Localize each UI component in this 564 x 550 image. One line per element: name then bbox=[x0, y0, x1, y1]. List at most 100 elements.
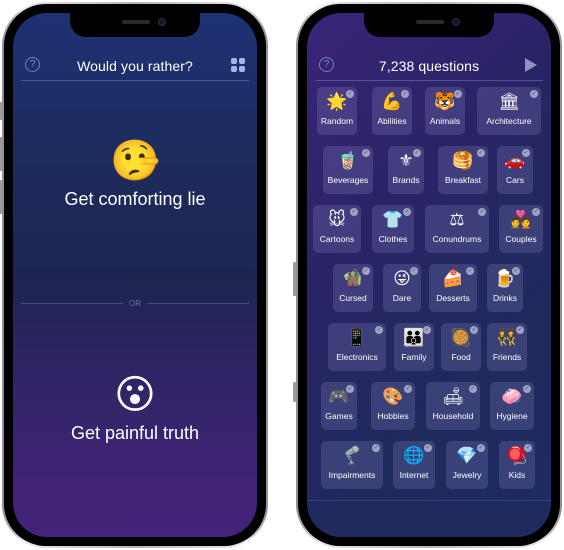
selected-check-icon[interactable]: ✓ bbox=[530, 90, 538, 98]
selected-check-icon[interactable]: ✓ bbox=[516, 326, 524, 334]
selected-check-icon[interactable]: ✓ bbox=[424, 444, 432, 452]
category-label: Games bbox=[325, 411, 353, 421]
category-tile-conundrums[interactable]: ⚖ Conundrums ✓ bbox=[425, 205, 489, 253]
help-icon[interactable]: ? bbox=[25, 57, 40, 72]
bezel: ? 7,238 questions 🌟 Random ✓ 💪 Abilities ✓ 🐯 An… bbox=[298, 4, 560, 546]
phone-left: ? Would you rather? 🤥 Get comforting lie… bbox=[0, 2, 268, 548]
selected-check-icon[interactable]: ✓ bbox=[477, 149, 485, 157]
category-tile-cursed[interactable]: 🧌 Cursed ✓ bbox=[333, 264, 373, 312]
selected-check-icon[interactable]: ✓ bbox=[372, 444, 380, 452]
selected-check-icon[interactable]: ✓ bbox=[362, 149, 370, 157]
category-tile-breakfast[interactable]: 🥞 Breakfast ✓ bbox=[438, 146, 488, 194]
category-label: Architecture bbox=[486, 116, 532, 126]
option-label: Get painful truth bbox=[70, 423, 200, 443]
category-tile-desserts[interactable]: 🍰 Desserts ✓ bbox=[429, 264, 477, 312]
category-label: Couples bbox=[505, 234, 537, 244]
selected-check-icon[interactable]: ✓ bbox=[524, 444, 532, 452]
selected-check-icon[interactable]: ✓ bbox=[423, 326, 431, 334]
category-label: Abilities bbox=[377, 116, 407, 126]
category-tile-dare[interactable]: 😜 Dare ✓ bbox=[383, 264, 421, 312]
category-label: Household bbox=[432, 411, 474, 421]
selected-check-icon[interactable]: ✓ bbox=[362, 267, 370, 275]
selected-check-icon[interactable]: ✓ bbox=[410, 267, 418, 275]
selected-check-icon[interactable]: ✓ bbox=[466, 267, 474, 275]
category-tile-cars[interactable]: 🚗 Cars ✓ bbox=[497, 146, 533, 194]
category-tile-jewelry[interactable]: 💎 Jewelry ✓ bbox=[446, 441, 488, 489]
would-you-rather-screen: ? Would you rather? 🤥 Get comforting lie… bbox=[13, 13, 257, 537]
category-row: 🐭 Cartoons ✓ 👕 Clothes ✓ ⚖ Conundrums ✓ 💑 Couples ✓ bbox=[307, 205, 551, 253]
selected-check-icon[interactable]: ✓ bbox=[346, 90, 354, 98]
category-label: Family bbox=[401, 352, 427, 362]
category-tile-brands[interactable]: ⚜ Brands ✓ bbox=[388, 146, 424, 194]
category-label: Kids bbox=[508, 470, 526, 480]
option-painful-truth[interactable]: 😮 Get painful truth bbox=[13, 373, 257, 444]
category-label: Breakfast bbox=[445, 175, 481, 185]
selected-check-icon[interactable]: ✓ bbox=[413, 149, 421, 157]
category-label: Conundrums bbox=[432, 234, 482, 244]
category-tile-friends[interactable]: 👯 Friends ✓ bbox=[487, 323, 527, 371]
selected-check-icon[interactable]: ✓ bbox=[404, 385, 412, 393]
selected-check-icon[interactable]: ✓ bbox=[346, 385, 354, 393]
category-row: 📱 Electronics ✓ 👪 Family ✓ 🥘 Food ✓ 👯 Friends ✓ bbox=[307, 323, 551, 371]
category-tile-couples[interactable]: 💑 Couples ✓ bbox=[499, 205, 543, 253]
selected-check-icon[interactable]: ✓ bbox=[477, 444, 485, 452]
category-label: Desserts bbox=[436, 293, 470, 303]
category-tile-beverages[interactable]: 🧋 Beverages ✓ bbox=[323, 146, 373, 194]
category-label: Friends bbox=[492, 352, 522, 362]
category-tile-family[interactable]: 👪 Family ✓ bbox=[394, 323, 434, 371]
category-label: Electronics bbox=[336, 352, 378, 362]
option-comforting-lie[interactable]: 🤥 Get comforting lie bbox=[13, 139, 257, 210]
side-button bbox=[0, 137, 2, 171]
notch bbox=[70, 13, 200, 37]
category-tile-impairments[interactable]: 🦿 Impairments ✓ bbox=[321, 441, 383, 489]
category-label: Random bbox=[320, 116, 354, 126]
selected-check-icon[interactable]: ✓ bbox=[470, 326, 478, 334]
category-row: 🎮 Games ✓ 🎨 Hobbies ✓ 🛋 Household ✓ 🧼 Hygiene ✓ bbox=[307, 382, 551, 430]
category-label: Impairments bbox=[328, 470, 376, 480]
category-grid: 🌟 Random ✓ 💪 Abilities ✓ 🐯 Animals ✓ 🏛 Architectur… bbox=[307, 87, 551, 501]
category-label: Jewelry bbox=[452, 470, 482, 480]
category-label: Hobbies bbox=[377, 411, 409, 421]
category-tile-cartoons[interactable]: 🐭 Cartoons ✓ bbox=[313, 205, 361, 253]
help-icon[interactable]: ? bbox=[319, 57, 334, 72]
or-divider: OR bbox=[21, 297, 249, 309]
side-button bbox=[0, 102, 2, 120]
category-label: Beverages bbox=[327, 175, 369, 185]
category-tile-abilities[interactable]: 💪 Abilities ✓ bbox=[372, 87, 412, 135]
selected-check-icon[interactable]: ✓ bbox=[401, 90, 409, 98]
selected-check-icon[interactable]: ✓ bbox=[350, 208, 358, 216]
selected-check-icon[interactable]: ✓ bbox=[375, 326, 383, 334]
category-tile-random[interactable]: 🌟 Random ✓ bbox=[317, 87, 357, 135]
selected-check-icon[interactable]: ✓ bbox=[523, 385, 531, 393]
selected-check-icon[interactable]: ✓ bbox=[403, 208, 411, 216]
play-icon[interactable] bbox=[525, 58, 537, 72]
selected-check-icon[interactable]: ✓ bbox=[469, 385, 477, 393]
side-button bbox=[0, 180, 2, 214]
category-label: Hygiene bbox=[496, 411, 528, 421]
category-tile-internet[interactable]: 🌐 Internet ✓ bbox=[393, 441, 435, 489]
or-label: OR bbox=[129, 298, 141, 308]
selected-check-icon[interactable]: ✓ bbox=[512, 267, 520, 275]
selected-check-icon[interactable]: ✓ bbox=[454, 90, 462, 98]
category-row: 🧋 Beverages ✓ ⚜ Brands ✓ 🥞 Breakfast ✓ 🚗 Cars ✓ bbox=[307, 146, 551, 194]
category-tile-animals[interactable]: 🐯 Animals ✓ bbox=[425, 87, 465, 135]
category-tile-architecture[interactable]: 🏛 Architecture ✓ bbox=[477, 87, 541, 135]
selected-check-icon[interactable]: ✓ bbox=[532, 208, 540, 216]
category-tile-clothes[interactable]: 👕 Clothes ✓ bbox=[372, 205, 414, 253]
category-tile-drinks[interactable]: 🍺 Drinks ✓ bbox=[487, 264, 523, 312]
top-bar: ? Would you rather? bbox=[21, 51, 249, 81]
category-tile-hygiene[interactable]: 🧼 Hygiene ✓ bbox=[490, 382, 534, 430]
category-label: Drinks bbox=[492, 293, 518, 303]
selected-check-icon[interactable]: ✓ bbox=[522, 149, 530, 157]
category-tile-hobbies[interactable]: 🎨 Hobbies ✓ bbox=[371, 382, 415, 430]
side-button bbox=[293, 382, 296, 402]
category-tile-kids[interactable]: 🪀 Kids ✓ bbox=[499, 441, 535, 489]
selected-check-icon[interactable]: ✓ bbox=[478, 208, 486, 216]
categories-grid-icon[interactable] bbox=[231, 58, 245, 72]
category-tile-food[interactable]: 🥘 Food ✓ bbox=[441, 323, 481, 371]
notch bbox=[364, 13, 494, 37]
category-row: 🦿 Impairments ✓ 🌐 Internet ✓ 💎 Jewelry ✓ 🪀 Kids ✓ bbox=[307, 441, 551, 489]
category-tile-games[interactable]: 🎮 Games ✓ bbox=[321, 382, 357, 430]
category-tile-electronics[interactable]: 📱 Electronics ✓ bbox=[328, 323, 386, 371]
category-tile-household[interactable]: 🛋 Household ✓ bbox=[426, 382, 480, 430]
